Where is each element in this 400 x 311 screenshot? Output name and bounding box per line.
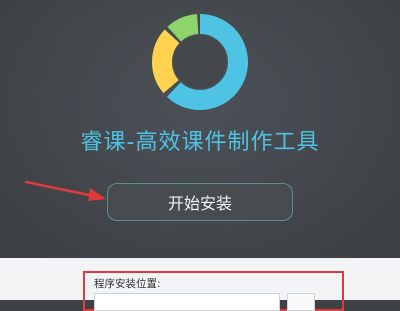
start-install-button[interactable]: 开始安装 [107,183,293,221]
install-location-label: 程序安装位置: [94,278,161,290]
install-path-input[interactable] [94,293,280,311]
annotation-arrow-icon [24,180,106,201]
browse-button[interactable] [287,293,315,311]
app-logo [152,14,248,110]
app-title: 睿课-高效课件制作工具 [80,130,320,155]
